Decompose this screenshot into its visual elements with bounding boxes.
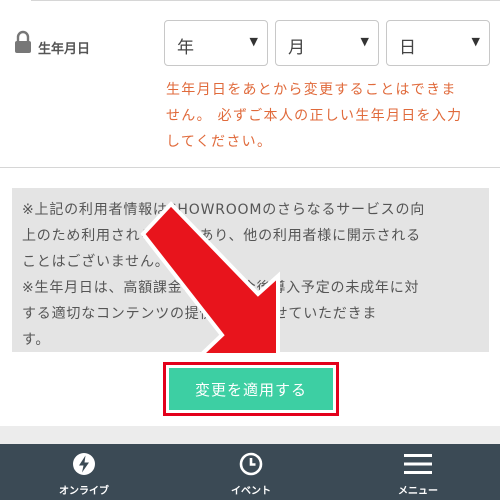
caret-down-icon: ▼ xyxy=(249,35,258,48)
nav-menu-label: メニュー xyxy=(398,486,438,497)
top-divider xyxy=(31,0,500,1)
warning-line: してください。 xyxy=(166,134,273,150)
birth-day-select[interactable]: 日 ▼ xyxy=(386,20,490,66)
caret-down-icon: ▼ xyxy=(360,35,369,48)
caret-down-icon: ▼ xyxy=(471,35,480,48)
bottom-navigation: オンライブ イベント メニュー xyxy=(0,444,500,500)
birth-year-value: 年 xyxy=(177,38,194,58)
birth-month-value: 月 xyxy=(288,38,305,58)
warning-line: せん。 必ずご本人の正しい生年月日を入力 xyxy=(166,108,463,124)
red-arrow-icon xyxy=(140,201,280,357)
nav-event[interactable]: イベント xyxy=(191,444,311,500)
profile-form-card: 生年月日 年 ▼ 月 ▼ 日 ▼ 生年月日をあとから変更することはできま せん。… xyxy=(0,0,500,426)
birth-month-select[interactable]: 月 ▼ xyxy=(275,20,379,66)
hamburger-icon xyxy=(404,454,432,474)
section-divider xyxy=(0,167,500,168)
apply-changes-button[interactable]: 変更を適用する xyxy=(169,368,333,410)
nav-event-label: イベント xyxy=(231,486,271,497)
lock-icon xyxy=(15,30,31,53)
birthdate-warning: 生年月日をあとから変更することはできま せん。 必ずご本人の正しい生年月日を入力… xyxy=(166,77,496,155)
nav-menu[interactable]: メニュー xyxy=(358,444,478,500)
nav-onlive-label: オンライブ xyxy=(59,486,109,497)
nav-onlive[interactable]: オンライブ xyxy=(24,444,144,500)
birthdate-label: 生年月日 xyxy=(38,42,91,57)
lightning-icon xyxy=(73,453,95,475)
birth-year-select[interactable]: 年 ▼ xyxy=(164,20,268,66)
warning-line: 生年月日をあとから変更することはできま xyxy=(166,82,457,98)
apply-button-highlight: 変更を適用する xyxy=(163,362,339,416)
birth-day-value: 日 xyxy=(399,38,416,58)
clock-icon xyxy=(239,452,263,476)
